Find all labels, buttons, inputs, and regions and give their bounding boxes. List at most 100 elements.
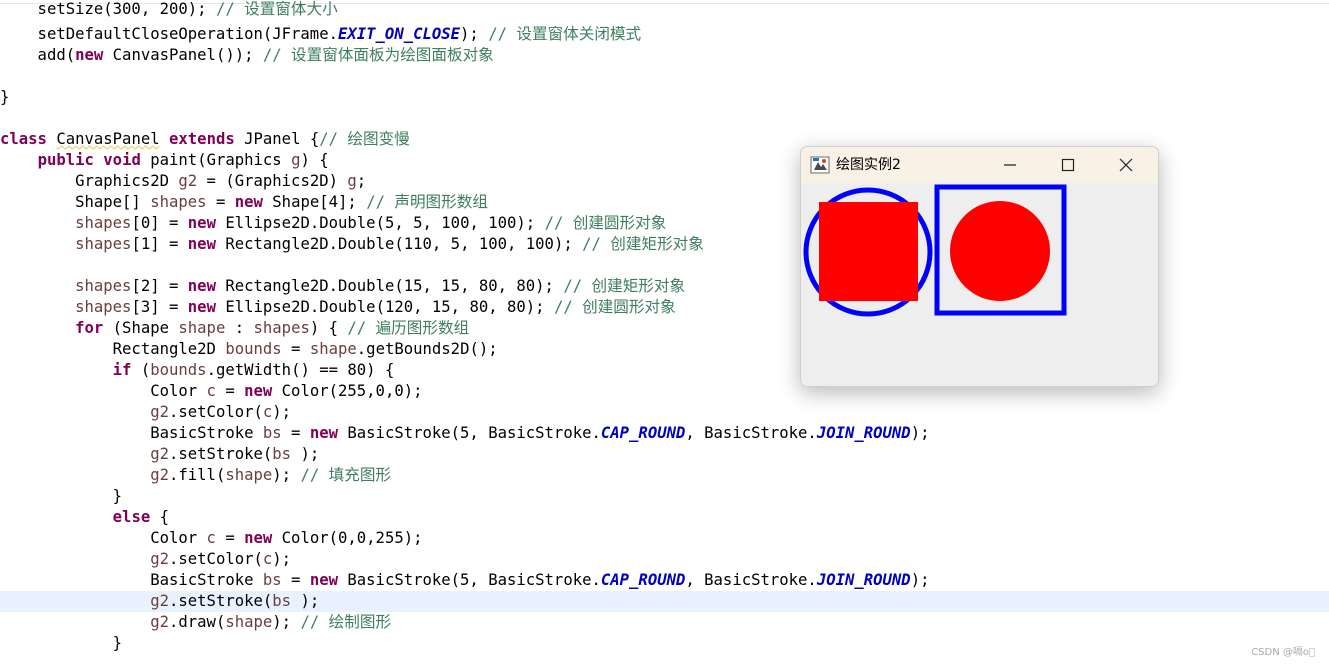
code-token: g2 — [150, 403, 169, 421]
code-line[interactable]: g2.setStroke(bs ); — [0, 444, 1329, 465]
code-line[interactable]: } — [0, 486, 1329, 507]
code-token: paint(Graphics — [140, 151, 292, 169]
code-token: new — [187, 277, 216, 295]
csdn-watermark: CSDN @嗝o゚ — [1251, 647, 1315, 658]
code-line[interactable]: Color c = new Color(0,0,255); — [0, 528, 1329, 549]
code-token: } — [0, 634, 123, 652]
code-line[interactable]: g2.fill(shape); // 填充图形 — [0, 465, 1329, 486]
code-token: Color(255,0,0); — [272, 382, 423, 400]
code-token: shapes — [75, 214, 132, 232]
code-token: // 设置窗体大小 — [215, 0, 338, 18]
code-token: { — [150, 508, 170, 526]
window-titlebar[interactable]: 绘图实例2 — [801, 147, 1158, 183]
code-token: // 设置窗体关闭模式 — [488, 25, 642, 43]
code-token: ); — [291, 592, 320, 610]
code-token: Color — [0, 382, 207, 400]
code-token: g2 — [150, 613, 169, 631]
minimize-button[interactable] — [987, 147, 1033, 183]
code-token: = (Graphics2D) — [197, 172, 348, 190]
code-line[interactable]: } — [0, 633, 1329, 654]
code-token: [3] = — [131, 298, 188, 316]
code-token: new — [309, 424, 338, 442]
code-token: , BasicStroke. — [685, 424, 817, 442]
code-token: .getWidth() == 80) { — [206, 361, 395, 379]
code-token: g2 — [150, 466, 169, 484]
code-token: Rectangle2D — [0, 340, 226, 358]
code-token: = — [281, 424, 310, 442]
code-token: c — [262, 403, 273, 421]
code-token: ); — [291, 445, 320, 463]
code-token: g2 — [178, 172, 198, 190]
code-token: JPanel { — [234, 130, 320, 148]
code-token: ); — [272, 613, 301, 631]
code-line[interactable]: } — [0, 87, 1329, 108]
code-token: [2] = — [131, 277, 188, 295]
code-token: .setStroke( — [169, 592, 273, 610]
code-token: ( — [131, 361, 151, 379]
code-token: Ellipse2D.Double(5, 5, 100, 100); — [215, 214, 545, 232]
code-token: shapes — [75, 277, 132, 295]
code-token: = — [281, 340, 310, 358]
code-token: Shape[] — [0, 193, 151, 211]
code-token: shape — [309, 340, 357, 358]
red-filled-circle — [950, 201, 1050, 301]
code-token: extends — [169, 130, 235, 148]
drawing-canvas — [801, 183, 1158, 386]
close-button[interactable] — [1103, 147, 1149, 183]
code-token: .setColor( — [169, 403, 263, 421]
code-line[interactable]: else { — [0, 507, 1329, 528]
code-token: // 绘制图形 — [300, 613, 392, 631]
code-line-current[interactable]: g2.setStroke(bs ); — [0, 591, 1329, 612]
code-token: JOIN_ROUND — [816, 571, 911, 589]
code-line[interactable]: BasicStroke bs = new BasicStroke(5, Basi… — [0, 423, 1329, 444]
code-token: new — [187, 298, 216, 316]
code-token: Color(0,0,255); — [272, 529, 423, 547]
window-title: 绘图实例2 — [836, 157, 901, 173]
code-token: c — [206, 529, 216, 547]
code-token: ); — [272, 466, 301, 484]
code-token: new — [187, 235, 216, 253]
code-token: g2 — [150, 592, 169, 610]
code-token: shapes — [253, 319, 310, 337]
code-line[interactable]: setDefaultCloseOperation(JFrame.EXIT_ON_… — [0, 24, 1329, 45]
code-token: ); — [910, 424, 930, 442]
java-app-window[interactable]: 绘图实例2 — [800, 146, 1159, 387]
code-token: shape — [225, 466, 273, 484]
code-token: bs — [272, 592, 292, 610]
code-line[interactable]: add(new CanvasPanel()); // 设置窗体面板为绘图面板对象 — [0, 45, 1329, 66]
code-token: .draw( — [169, 613, 226, 631]
code-token: bounds — [150, 361, 207, 379]
code-token: ) { — [300, 151, 329, 169]
maximize-button[interactable] — [1045, 147, 1091, 183]
code-token: = — [281, 571, 310, 589]
code-token: // 创建矩形对象 — [563, 277, 686, 295]
code-token: : — [225, 319, 254, 337]
code-token: add( — [0, 46, 76, 64]
code-token: shapes — [150, 193, 207, 211]
code-token: BasicStroke — [0, 571, 263, 589]
code-token: new — [234, 193, 263, 211]
code-token: bs — [272, 445, 292, 463]
code-token: = — [215, 529, 245, 547]
code-line[interactable]: g2.setColor(c); — [0, 402, 1329, 423]
code-token: bs — [262, 424, 282, 442]
code-line[interactable]: setSize(300, 200); // 设置窗体大小 — [0, 0, 1329, 20]
code-line[interactable]: g2.setColor(c); — [0, 549, 1329, 570]
maximize-icon — [1061, 158, 1075, 172]
red-filled-square — [819, 202, 918, 301]
code-token: CAP_ROUND — [600, 571, 686, 589]
code-line[interactable]: BasicStroke bs = new BasicStroke(5, Basi… — [0, 570, 1329, 591]
code-token: if — [112, 361, 132, 379]
code-token: ); — [272, 550, 292, 568]
code-token: public — [37, 151, 94, 169]
code-line[interactable]: g2.draw(shape); // 绘制图形 — [0, 612, 1329, 633]
code-token: Color — [0, 529, 207, 547]
code-token: new — [244, 382, 273, 400]
code-token: .setStroke( — [169, 445, 273, 463]
